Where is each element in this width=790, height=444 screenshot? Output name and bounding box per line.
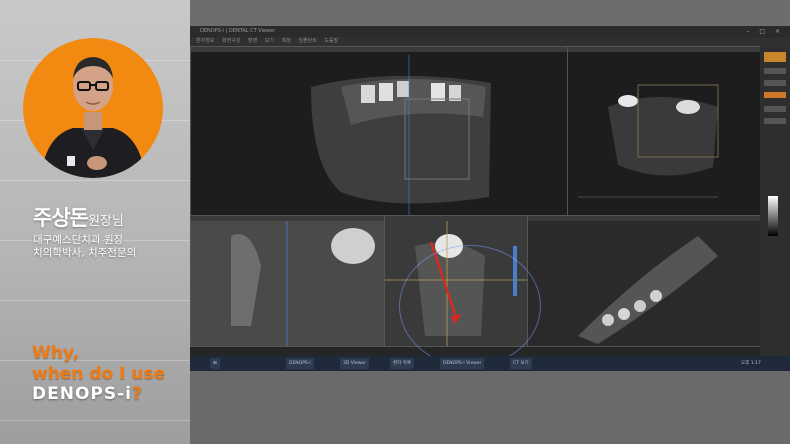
slogan-line-2: when do I use bbox=[32, 364, 166, 384]
window-titlebar: DENOPS-i | DENTAL CT Viewer – □ × bbox=[190, 26, 790, 37]
axial-slice-view[interactable] bbox=[527, 215, 761, 347]
menu-item[interactable]: 보기 bbox=[265, 38, 274, 44]
taskbar-item[interactable]: 환자 목록 bbox=[390, 358, 414, 369]
presenter-panel: 주상돈원장님 대구예스단치과 원장 치의학박사, 치주전문의 Why, when… bbox=[0, 0, 190, 444]
taskbar-item[interactable]: CT 보기 bbox=[510, 358, 532, 369]
panoramic-view[interactable] bbox=[190, 46, 568, 216]
menu-item[interactable]: 화면구성 bbox=[222, 38, 240, 44]
taskbar-item[interactable]: DENOPS-i bbox=[286, 358, 314, 369]
menu-item[interactable]: 환자정보 bbox=[196, 38, 214, 44]
axial-slice-icon bbox=[528, 221, 760, 346]
menu-item[interactable]: 촬영 bbox=[248, 38, 257, 44]
taskbar-item[interactable]: DENOPS-i Viewer bbox=[440, 358, 485, 369]
toolbar-tools-icon[interactable] bbox=[760, 46, 790, 356]
right-toolbar bbox=[760, 46, 790, 356]
slogan-line-1: Why, bbox=[32, 343, 80, 363]
menu-item[interactable]: 측정 bbox=[282, 38, 291, 44]
presenter-portrait-icon bbox=[41, 57, 145, 178]
presenter-avatar bbox=[23, 38, 163, 178]
volume-3d-view[interactable] bbox=[567, 46, 761, 216]
sagittal-slice-icon bbox=[191, 221, 384, 346]
menu-item[interactable]: 도움말 bbox=[324, 38, 338, 44]
magnifier-ring bbox=[400, 246, 540, 366]
presenter-name: 주상돈원장님 bbox=[33, 206, 124, 230]
menu-item[interactable]: 임플란트 bbox=[298, 38, 316, 44]
slogan-brand: DENOPS-i? bbox=[32, 384, 143, 404]
windows-start-icon[interactable]: ⊞ bbox=[210, 358, 220, 369]
background-band bbox=[190, 371, 790, 444]
taskbar-item[interactable]: 3D Viewer bbox=[340, 358, 370, 369]
menu-bar: 환자정보 화면구성 촬영 보기 측정 임플란트 도움말 bbox=[190, 37, 790, 46]
window-title: DENOPS-i | DENTAL CT Viewer bbox=[200, 28, 276, 34]
taskbar-clock: 오후 1:17 bbox=[741, 361, 761, 366]
taskbar: ⊞ DENOPS-i 3D Viewer 환자 목록 DENOPS-i View… bbox=[190, 356, 790, 371]
sagittal-slice-view[interactable] bbox=[190, 215, 385, 347]
volume-render-icon bbox=[578, 84, 719, 198]
software-screen: DENOPS-i | DENTAL CT Viewer – □ × 환자정보 화… bbox=[190, 26, 790, 371]
panoramic-image-icon bbox=[311, 55, 491, 215]
presenter-credentials: 치의학박사, 치주전문의 bbox=[33, 247, 137, 259]
window-controls-icon[interactable]: – □ × bbox=[746, 26, 784, 37]
